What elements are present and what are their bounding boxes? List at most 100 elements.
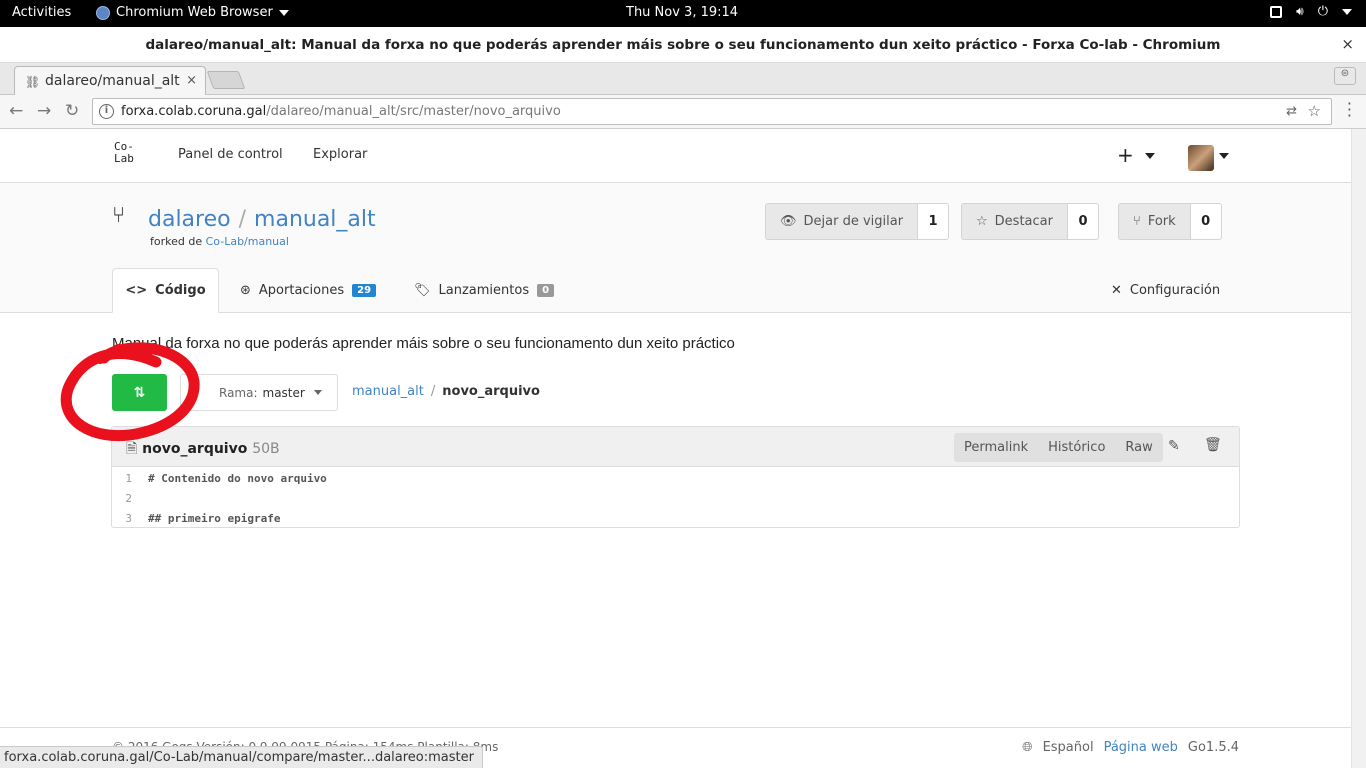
code-line: 3 ## primeiro epigrafe	[112, 508, 1239, 528]
chromium-icon	[96, 5, 110, 20]
website-link[interactable]: Página web	[1104, 740, 1178, 755]
watch-count[interactable]: 1	[917, 203, 950, 240]
raw-button[interactable]: Raw	[1115, 433, 1162, 462]
line-number[interactable]: 2	[112, 492, 140, 505]
file-viewer: 🗎 novo_arquivo 50B Permalink Histórico R…	[111, 426, 1240, 528]
eye-icon: 👁︎	[780, 214, 797, 229]
tab-releases[interactable]: 🏷︎ Lanzamientos 0	[414, 268, 555, 313]
avatar[interactable]	[1188, 145, 1214, 171]
fork-label: Fork	[1147, 214, 1176, 229]
fork-icon: ⑂	[1133, 214, 1141, 229]
profile-icon[interactable]: ⊜	[1334, 67, 1356, 85]
forked-from-link[interactable]: Co-Lab/manual	[206, 235, 289, 248]
gogs-favicon-icon: ⛓	[25, 75, 41, 89]
translate-icon[interactable]: ⇄	[1286, 104, 1297, 119]
globe-icon: 🌐︎	[1022, 740, 1033, 755]
file-text-icon: 🗎	[126, 441, 138, 457]
star-button[interactable]: ☆ Destacar	[961, 203, 1067, 240]
permalink-button[interactable]: Permalink	[954, 433, 1038, 462]
browser-toolbar: ← → ↻ i forxa.colab.coruna.gal/dalareo/m…	[0, 95, 1366, 129]
window-close-button[interactable]: ×	[1341, 35, 1354, 53]
logo-line: Lab	[114, 152, 134, 165]
chevron-down-icon	[313, 390, 322, 395]
tab-releases-label: Lanzamientos	[438, 283, 530, 298]
line-number[interactable]: 3	[112, 512, 140, 525]
info-icon[interactable]: i	[99, 104, 114, 119]
fork-icon: ⑂	[112, 203, 126, 228]
file-header: 🗎 novo_arquivo 50B Permalink Histórico R…	[112, 427, 1239, 467]
file-actions: Permalink Histórico Raw	[954, 433, 1163, 462]
breadcrumb-separator: /	[430, 384, 436, 399]
trash-icon[interactable]: 🗑︎	[1204, 437, 1222, 453]
browser-menu-icon[interactable]: · · ·	[1347, 96, 1352, 124]
unwatch-label: Dejar de vigilar	[803, 214, 904, 229]
repo-name-link[interactable]: manual_alt	[254, 207, 376, 232]
file-size: 50B	[252, 441, 280, 457]
line-number[interactable]: 1	[112, 472, 140, 485]
browser-tab[interactable]: ⛓ dalareo/manual_alt ×	[14, 66, 206, 96]
branch-value: master	[262, 385, 305, 400]
volume-icon: 🔊︎	[1296, 4, 1304, 18]
new-tab-button[interactable]	[206, 71, 246, 89]
forked-label: forked de	[150, 235, 203, 248]
star-icon: ☆	[976, 214, 988, 229]
fork-group: ⑂ Fork 0	[1118, 203, 1222, 240]
create-menu-button[interactable]: +	[1117, 143, 1134, 167]
tab-settings[interactable]: ✕ Configuración	[1111, 268, 1220, 313]
url-host: forxa.colab.coruna.gal	[121, 104, 267, 119]
link-status-bubble: forxa.colab.coruna.gal/Co-Lab/manual/com…	[0, 746, 483, 768]
url-text: forxa.colab.coruna.gal/dalareo/manual_al…	[121, 104, 561, 119]
code-icon: <>	[125, 283, 148, 298]
repo-title: dalareo / manual_alt	[148, 207, 376, 232]
tab-code[interactable]: <> Código	[112, 268, 219, 313]
activities-button[interactable]: Activities	[12, 5, 71, 20]
tag-icon: 🏷︎	[414, 283, 431, 298]
chevron-down-icon[interactable]	[1145, 153, 1155, 159]
star-count[interactable]: 0	[1066, 203, 1099, 240]
watch-group: 👁︎ Dejar de vigilar 1	[765, 203, 950, 240]
reload-icon[interactable]: ↻	[65, 101, 79, 121]
repo-tabs: <> Código ⊛ Aportaciones 29 🏷︎ Lanzamien…	[0, 268, 1351, 313]
tab-pull-requests[interactable]: ⊛ Aportaciones 29	[240, 268, 377, 313]
tab-strip: ⛓ dalareo/manual_alt × ⊜	[0, 63, 1366, 96]
branch-label: Rama:	[219, 385, 258, 400]
nav-explore[interactable]: Explorar	[313, 147, 367, 162]
repo-title-separator: /	[238, 207, 247, 232]
clock[interactable]: Thu Nov 3, 19:14	[626, 5, 738, 20]
fork-button[interactable]: ⑂ Fork	[1118, 203, 1190, 240]
back-arrow-icon[interactable]: ←	[9, 101, 23, 121]
breadcrumb-repo-link[interactable]: manual_alt	[352, 384, 424, 399]
chevron-down-icon	[1342, 8, 1352, 15]
pencil-icon[interactable]: ✎	[1168, 438, 1180, 454]
branch-selector[interactable]: Rama: master	[180, 374, 338, 411]
file-name: 🗎 novo_arquivo 50B	[126, 438, 280, 462]
code-line: 2	[112, 488, 1239, 508]
file-name-text: novo_arquivo	[142, 441, 248, 457]
chevron-down-icon[interactable]	[1219, 153, 1229, 159]
repo-description: Manual da forxa no que poderás aprender …	[112, 335, 735, 352]
code-view: 1 # Contenido do novo arquivo 2 3 ## pri…	[112, 468, 1239, 528]
fork-count[interactable]: 0	[1189, 203, 1222, 240]
line-text: ## primeiro epigrafe	[148, 511, 281, 525]
system-tray[interactable]: 🔊︎ ⏻	[1270, 4, 1352, 19]
tools-icon: ✕	[1111, 283, 1122, 298]
unwatch-button[interactable]: 👁︎ Dejar de vigilar	[765, 203, 918, 240]
app-menu-label: Chromium Web Browser	[116, 5, 273, 20]
system-top-bar: Activities Chromium Web Browser Thu Nov …	[0, 0, 1366, 27]
window-icon	[1270, 5, 1283, 18]
nav-dashboard[interactable]: Panel de control	[178, 147, 283, 162]
pulls-count-badge: 29	[352, 284, 377, 297]
site-logo[interactable]: Co- Lab	[114, 141, 134, 165]
address-bar[interactable]: i forxa.colab.coruna.gal/dalareo/manual_…	[92, 98, 1332, 125]
page-scrollbar[interactable]	[1351, 129, 1366, 768]
breadcrumb-file: novo_arquivo	[442, 384, 540, 399]
history-button[interactable]: Histórico	[1038, 433, 1115, 462]
language-selector[interactable]: Español	[1043, 740, 1094, 755]
compare-pull-request-button[interactable]: ⇅	[112, 374, 167, 411]
url-path: /dalareo/manual_alt/src/master/novo_arqu…	[266, 104, 561, 119]
app-menu[interactable]: Chromium Web Browser	[96, 5, 289, 20]
tab-close-icon[interactable]: ×	[186, 73, 197, 88]
forward-arrow-icon[interactable]: →	[37, 101, 51, 121]
repo-owner-link[interactable]: dalareo	[148, 207, 231, 232]
bookmark-star-icon[interactable]: ☆	[1308, 102, 1321, 120]
